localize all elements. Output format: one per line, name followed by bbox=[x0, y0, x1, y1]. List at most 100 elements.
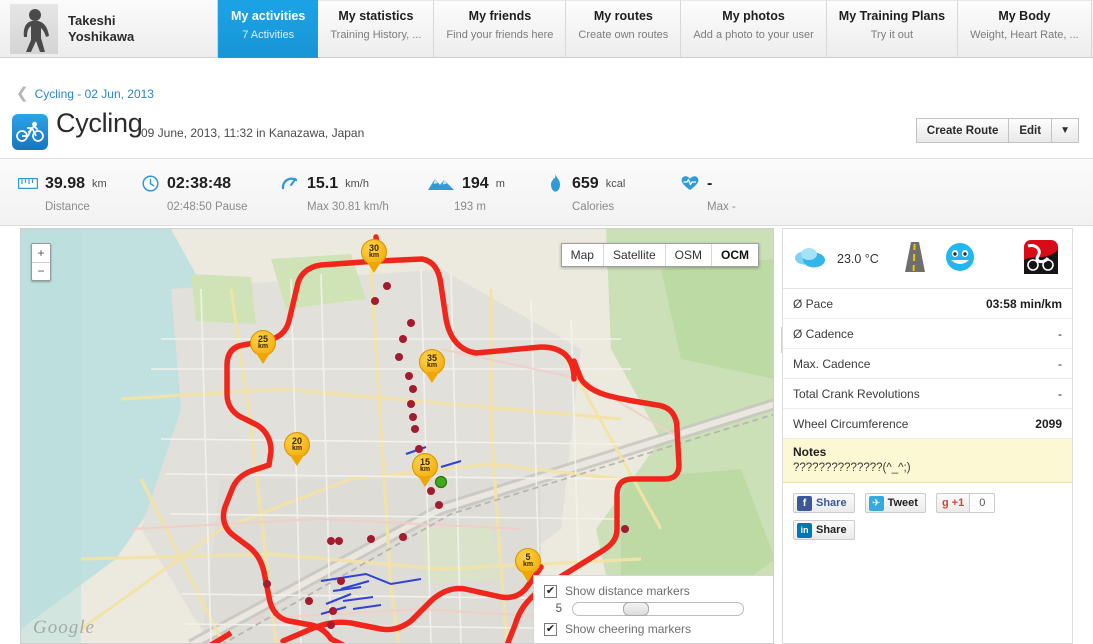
distance-marker-35[interactable]: 35 km bbox=[419, 349, 445, 383]
marker-km: 30 bbox=[368, 243, 379, 253]
distance-marker-slider[interactable] bbox=[572, 602, 744, 616]
tab-title: My photos bbox=[722, 9, 785, 23]
stat-sub: Max - bbox=[707, 201, 736, 213]
tab-my-friends[interactable]: My friends Find your friends here bbox=[434, 0, 567, 58]
share-row-2: in Share bbox=[793, 520, 1062, 540]
map-type-osm[interactable]: OSM bbox=[666, 244, 712, 266]
facebook-icon: f bbox=[797, 495, 812, 511]
marker-km: 20 bbox=[291, 436, 302, 446]
stat-value: - bbox=[707, 175, 713, 192]
zoom-in-button[interactable]: + bbox=[32, 244, 50, 263]
stat-duration: 02:38:48 02:48:50 Pause bbox=[140, 172, 248, 213]
temperature-value: 23.0 °C bbox=[837, 251, 879, 266]
google-plus-one-button[interactable]: g +1 0 bbox=[935, 493, 996, 513]
stat-calories: 659 kcal Calories bbox=[545, 172, 625, 213]
chevron-down-icon[interactable]: ▼ bbox=[1052, 118, 1079, 143]
map-type-switcher: Map Satellite OSM OCM bbox=[560, 243, 759, 267]
marker-km: 5 bbox=[525, 552, 531, 562]
chevron-left-icon: ❮ bbox=[16, 85, 29, 102]
breadcrumb-link[interactable]: Cycling - 02 Jun, 2013 bbox=[35, 87, 154, 101]
stat-sub: 02:48:50 Pause bbox=[167, 201, 248, 213]
distance-marker-25[interactable]: 25 km bbox=[250, 330, 276, 364]
stat-value: 194 bbox=[462, 175, 489, 192]
create-route-button[interactable]: Create Route bbox=[915, 118, 1010, 143]
stat-distance: 39.98 km Distance bbox=[18, 172, 107, 213]
user-box[interactable]: Takeshi Yoshikawa bbox=[0, 0, 218, 58]
distance-markers-checkbox[interactable]: ✔ bbox=[544, 584, 557, 598]
stat-value: 39.98 bbox=[45, 175, 86, 192]
linkedin-share-button[interactable]: in Share bbox=[793, 520, 855, 540]
cheering-markers-option[interactable]: ✔ Show cheering markers bbox=[544, 622, 763, 636]
detail-value: - bbox=[1058, 386, 1062, 401]
map-zoom-controls[interactable]: + − bbox=[31, 243, 51, 281]
tab-subtitle: Weight, Heart Rate, ... bbox=[970, 29, 1079, 41]
edit-button[interactable]: Edit bbox=[1009, 118, 1053, 143]
distance-marker-20[interactable]: 20 km bbox=[284, 432, 310, 466]
notes-body: ??????????????(^_^;) bbox=[793, 462, 911, 474]
stat-sub: Max 30.81 km/h bbox=[307, 201, 389, 213]
cyclist-app-icon bbox=[1024, 240, 1058, 277]
tab-my-body[interactable]: My Body Weight, Heart Rate, ... bbox=[958, 0, 1092, 58]
google-plus-icon: g bbox=[941, 497, 949, 509]
smiley-icon bbox=[945, 242, 975, 275]
conditions-row: 23.0 °C bbox=[783, 229, 1072, 289]
detail-value: 2099 bbox=[1035, 416, 1062, 431]
tab-my-statistics[interactable]: My statistics Training History, ... bbox=[318, 0, 435, 58]
tab-my-training-plans[interactable]: My Training Plans Try it out bbox=[826, 0, 959, 58]
tab-my-routes[interactable]: My routes Create own routes bbox=[566, 0, 682, 58]
tab-my-photos[interactable]: My photos Add a photo to your user bbox=[681, 0, 827, 58]
notes-title: Notes bbox=[793, 445, 827, 459]
distance-marker-30[interactable]: 30 km bbox=[361, 239, 387, 273]
marker-unit: km bbox=[419, 466, 431, 473]
breadcrumb[interactable]: ❮ Cycling - 02 Jun, 2013 bbox=[16, 85, 154, 102]
runner-avatar-icon bbox=[23, 8, 49, 52]
road-icon bbox=[903, 242, 927, 275]
mountains-icon bbox=[427, 174, 455, 192]
flame-icon bbox=[545, 174, 565, 192]
tab-my-activities[interactable]: My activities 7 Activities bbox=[218, 0, 319, 58]
detail-row-max-cadence: Max. Cadence - bbox=[783, 349, 1072, 379]
route-map[interactable]: + − Map Satellite OSM OCM 30 km 25 km 35 km… bbox=[20, 228, 774, 644]
tab-title: My statistics bbox=[338, 9, 414, 23]
tab-title: My friends bbox=[468, 9, 532, 23]
distance-marker-15[interactable]: 15 km bbox=[412, 453, 438, 487]
detail-row-pace: Ø Pace 03:58 min/km bbox=[783, 289, 1072, 319]
zoom-out-button[interactable]: − bbox=[32, 263, 50, 281]
slider-handle[interactable] bbox=[623, 602, 649, 616]
twitter-tweet-button[interactable]: ✈ Tweet bbox=[864, 493, 926, 513]
distance-markers-option[interactable]: ✔ Show distance markers bbox=[544, 584, 763, 598]
detail-key: Max. Cadence bbox=[793, 356, 871, 371]
page-title: Cycling bbox=[56, 108, 143, 138]
twitter-icon: ✈ bbox=[868, 495, 884, 511]
activity-details-panel: 23.0 °C Ø Pace 03:58 min/km Ø Cadence - … bbox=[782, 228, 1073, 644]
stat-unit: km/h bbox=[345, 178, 369, 190]
google-plus-one-label: +1 bbox=[951, 497, 965, 509]
cheering-markers-checkbox[interactable]: ✔ bbox=[544, 622, 557, 636]
stat-value: 02:38:48 bbox=[167, 175, 232, 192]
stat-sub: Distance bbox=[45, 201, 90, 213]
share-row-1: f Share ✈ Tweet g +1 0 bbox=[793, 493, 1062, 513]
stat-value: 15.1 bbox=[307, 175, 339, 192]
stat-elevation: 194 m 193 m bbox=[427, 172, 505, 213]
twitter-tweet-label: Tweet bbox=[887, 497, 918, 509]
notes-section: Notes ??????????????(^_^;) bbox=[783, 439, 1072, 483]
detail-row-crank-revolutions: Total Crank Revolutions - bbox=[783, 379, 1072, 409]
activity-title-row: Cycling 09 June, 2013, 11:32 in Kanazawa… bbox=[0, 108, 1093, 154]
map-type-map[interactable]: Map bbox=[562, 244, 604, 266]
speed-icon bbox=[280, 174, 300, 192]
map-type-ocm[interactable]: OCM bbox=[712, 244, 758, 266]
facebook-share-button[interactable]: f Share bbox=[793, 493, 855, 513]
detail-value: - bbox=[1058, 356, 1062, 371]
map-type-satellite[interactable]: Satellite bbox=[604, 244, 666, 266]
facebook-share-label: Share bbox=[816, 497, 847, 509]
tab-subtitle: Add a photo to your user bbox=[693, 29, 814, 41]
detail-key: Wheel Circumference bbox=[793, 416, 909, 431]
tab-title: My routes bbox=[593, 9, 653, 23]
stat-heart-rate: - Max - bbox=[680, 172, 736, 213]
cheering-markers-label: Show cheering markers bbox=[565, 622, 692, 636]
detail-key: Ø Cadence bbox=[793, 326, 854, 341]
slider-value: 5 bbox=[555, 603, 562, 615]
activity-detail-page: Takeshi Yoshikawa My activities 7 Activi… bbox=[0, 0, 1093, 644]
detail-key: Ø Pace bbox=[793, 296, 834, 311]
detail-key: Total Crank Revolutions bbox=[793, 386, 920, 401]
